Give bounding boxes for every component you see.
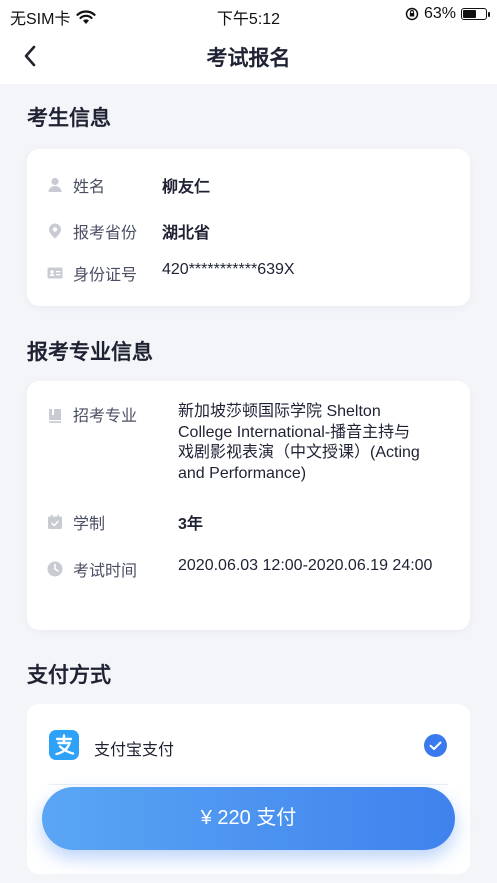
major-value-line: College International-播音主持与 <box>178 423 411 441</box>
province-row: 报考省份 湖北省 <box>27 219 470 243</box>
name-row: 姓名 柳友仁 <box>27 173 470 197</box>
orientation-lock-icon <box>405 7 419 21</box>
selected-check-icon[interactable] <box>424 734 447 757</box>
battery-percent: 63% <box>423 5 456 22</box>
exam-time-row: 考试时间 2020.06.03 12:00-2020.06.19 24:00 <box>27 557 470 581</box>
page-title: 考试报名 <box>206 47 291 70</box>
alipay-icon <box>49 730 79 760</box>
major-label: 招考专业 <box>73 408 138 425</box>
major-value-line: 新加坡莎顿国际学院 Shelton <box>178 403 381 420</box>
major-value-line: and Performance) <box>178 464 307 482</box>
province-value: 湖北省 <box>162 225 211 242</box>
status-bar: 无SIM卡 下午5:12 63% <box>0 0 497 28</box>
calendar-icon <box>48 514 62 529</box>
name-value: 柳友仁 <box>162 179 211 196</box>
divider <box>49 784 448 785</box>
name-label: 姓名 <box>73 179 106 196</box>
location-pin-icon <box>49 223 61 239</box>
id-number-row: 身份证号 420***********639X <box>27 261 470 285</box>
duration-row: 学制 3年 <box>27 510 470 534</box>
duration-value: 3年 <box>178 516 203 533</box>
clock-icon <box>47 561 63 577</box>
id-card-icon <box>47 267 63 279</box>
battery-icon <box>461 8 490 20</box>
candidate-section-title: 考生信息 <box>27 107 111 130</box>
pay-button[interactable]: ¥ 220 支付 <box>42 787 455 850</box>
nav-bar: 考试报名 <box>0 28 497 84</box>
major-info-card: 招考专业 新加坡莎顿国际学院 Shelton College Internati… <box>27 381 470 630</box>
person-icon <box>48 177 62 192</box>
duration-label: 学制 <box>73 516 106 533</box>
id-number-value: 420***********639X <box>162 261 295 278</box>
alipay-label: 支付宝支付 <box>94 742 175 759</box>
major-value: 新加坡莎顿国际学院 Shelton College International-… <box>178 402 420 484</box>
exam-time-label: 考试时间 <box>73 563 138 580</box>
major-value-line: 戏剧影视表演（中文授课）(Acting <box>178 444 420 461</box>
alipay-option[interactable]: 支付宝支付 <box>27 728 470 768</box>
book-icon <box>49 409 61 423</box>
major-row: 招考专业 新加坡莎顿国际学院 Shelton College Internati… <box>27 402 470 492</box>
candidate-info-card: 姓名 柳友仁 报考省份 湖北省 身份证号 420***********639X <box>27 149 470 306</box>
major-section-title: 报考专业信息 <box>27 341 153 364</box>
payment-section-title: 支付方式 <box>27 664 111 687</box>
exam-time-value: 2020.06.03 12:00-2020.06.19 24:00 <box>178 557 433 574</box>
id-number-label: 身份证号 <box>73 267 138 284</box>
province-label: 报考省份 <box>73 225 138 242</box>
